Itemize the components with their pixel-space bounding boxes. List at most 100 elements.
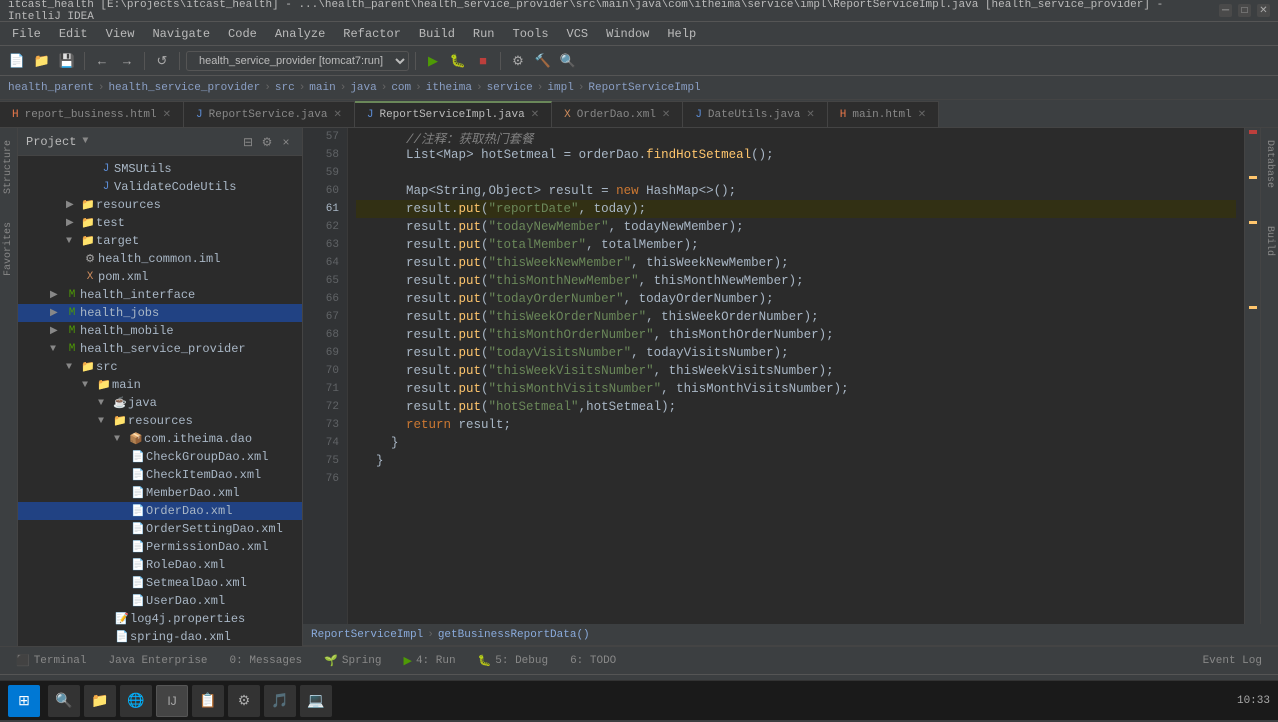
tree-item-ordersettingdao-xml[interactable]: 📄 OrderSettingDao.xml [18, 520, 302, 538]
menu-refactor[interactable]: Refactor [335, 25, 409, 43]
taskbar-edge[interactable]: 🌐 [120, 685, 152, 717]
menu-code[interactable]: Code [220, 25, 265, 43]
favorites-tab[interactable]: Favorites [3, 218, 14, 280]
hide-sidebar-button[interactable]: × [278, 134, 294, 150]
search-button[interactable]: 🔍 [557, 50, 579, 72]
close-tab-orderdao[interactable]: ✕ [662, 109, 670, 121]
taskbar-app2[interactable]: ⚙ [228, 685, 260, 717]
tree-item-checkitemdao-xml[interactable]: 📄 CheckItemDao.xml [18, 466, 302, 484]
menu-edit[interactable]: Edit [51, 25, 96, 43]
bc-reportserviceimpl[interactable]: ReportServiceImpl [588, 82, 700, 94]
tree-item-permissiondao-xml[interactable]: 📄 PermissionDao.xml [18, 538, 302, 556]
minimize-button[interactable]: ─ [1219, 4, 1232, 17]
close-tab-dateutils[interactable]: ✕ [806, 109, 814, 121]
tab-dateutils-java[interactable]: J DateUtils.java ✕ [683, 101, 827, 127]
tree-item-validatecodeutils[interactable]: J ValidateCodeUtils [18, 178, 302, 196]
messages-tab[interactable]: 0: Messages [220, 651, 313, 671]
tree-item-main[interactable]: ▼ 📁 main [18, 376, 302, 394]
bc-health-service-provider[interactable]: health_service_provider [108, 82, 260, 94]
settings-gear-icon[interactable]: ⚙ [259, 134, 275, 150]
close-button[interactable]: ✕ [1257, 4, 1270, 17]
terminal-tab[interactable]: ⬛ Terminal [6, 650, 97, 672]
footer-bc-getbusinessreportdata[interactable]: getBusinessReportData() [438, 629, 590, 641]
tree-item-userdao-xml[interactable]: 📄 UserDao.xml [18, 592, 302, 610]
tree-item-java[interactable]: ▼ ☕ java [18, 394, 302, 412]
run-tab[interactable]: ▶ 4: Run [393, 650, 465, 672]
tab-main-html[interactable]: H main.html ✕ [828, 101, 939, 127]
bc-main[interactable]: main [309, 82, 335, 94]
debug-tab[interactable]: 🐛 5: Debug [468, 650, 559, 672]
tree-item-health-interface[interactable]: ▶ M health_interface [18, 286, 302, 304]
taskbar-explorer[interactable]: 📁 [84, 685, 116, 717]
tab-reportservice-java[interactable]: J ReportService.java ✕ [184, 101, 355, 127]
maximize-button[interactable]: □ [1238, 4, 1251, 17]
tree-item-smsutils[interactable]: J SMSUtils [18, 160, 302, 178]
menu-navigate[interactable]: Navigate [144, 25, 218, 43]
tree-item-memberdao-xml[interactable]: 📄 MemberDao.xml [18, 484, 302, 502]
tree-item-health-jobs[interactable]: ▶ M health_jobs [18, 304, 302, 322]
footer-bc-reportserviceimpl[interactable]: ReportServiceImpl [311, 629, 423, 641]
tree-item-roledao-xml[interactable]: 📄 RoleDao.xml [18, 556, 302, 574]
database-tab[interactable]: Database [1264, 136, 1275, 192]
tab-reportserviceimpl-java[interactable]: J ReportServiceImpl.java ✕ [355, 101, 552, 127]
back-button[interactable]: ← [91, 50, 113, 72]
tab-orderdao-xml[interactable]: X OrderDao.xml ✕ [552, 101, 683, 127]
bc-impl[interactable]: impl [547, 82, 573, 94]
taskbar-app1[interactable]: 📋 [192, 685, 224, 717]
bc-java[interactable]: java [350, 82, 376, 94]
tree-item-src[interactable]: ▼ 📁 src [18, 358, 302, 376]
structure-tab[interactable]: Structure [3, 136, 14, 198]
menu-tools[interactable]: Tools [505, 25, 557, 43]
debug-button[interactable]: 🐛 [447, 50, 469, 72]
taskbar-cmd[interactable]: 💻 [300, 685, 332, 717]
project-dropdown-icon[interactable]: ▼ [82, 136, 88, 147]
tree-item-resources-2[interactable]: ▼ 📁 resources [18, 412, 302, 430]
code-editor[interactable]: //注释：获取热门套餐 List<Map> hotSetmeal = order… [348, 128, 1244, 624]
tree-item-orderdao-xml[interactable]: 📄 OrderDao.xml [18, 502, 302, 520]
bc-src[interactable]: src [275, 82, 295, 94]
run-button[interactable]: ▶ [422, 50, 444, 72]
open-button[interactable]: 📁 [31, 50, 53, 72]
new-file-button[interactable]: 📄 [6, 50, 28, 72]
tree-item-spring-dao-xml[interactable]: 📄 spring-dao.xml [18, 628, 302, 646]
java-enterprise-tab[interactable]: Java Enterprise [99, 651, 218, 671]
tree-item-log4j-properties[interactable]: 📝 log4j.properties [18, 610, 302, 628]
tree-item-setmealdao-xml[interactable]: 📄 SetmealDao.xml [18, 574, 302, 592]
bc-com[interactable]: com [391, 82, 411, 94]
menu-view[interactable]: View [98, 25, 143, 43]
spring-tab[interactable]: 🌱 Spring [314, 650, 391, 672]
close-tab-main[interactable]: ✕ [918, 109, 926, 121]
forward-button[interactable]: → [116, 50, 138, 72]
menu-help[interactable]: Help [659, 25, 704, 43]
tab-report-business-html[interactable]: H report_business.html ✕ [0, 101, 184, 127]
tree-item-test[interactable]: ▶ 📁 test [18, 214, 302, 232]
tree-item-target[interactable]: ▼ 📁 target [18, 232, 302, 250]
tree-item-com-itheima-dao[interactable]: ▼ 📦 com.itheima.dao [18, 430, 302, 448]
stop-button[interactable]: ■ [472, 50, 494, 72]
close-tab-report-business[interactable]: ✕ [163, 109, 171, 121]
taskbar-search[interactable]: 🔍 [48, 685, 80, 717]
tree-item-health-service-provider[interactable]: ▼ M health_service_provider [18, 340, 302, 358]
menu-analyze[interactable]: Analyze [267, 25, 333, 43]
refresh-button[interactable]: ↺ [151, 50, 173, 72]
todo-tab[interactable]: 6: TODO [560, 651, 626, 671]
menu-run[interactable]: Run [465, 25, 503, 43]
bc-service[interactable]: service [487, 82, 533, 94]
bc-itheima[interactable]: itheima [426, 82, 472, 94]
taskbar-app3[interactable]: 🎵 [264, 685, 296, 717]
tree-item-resources[interactable]: ▶ 📁 resources [18, 196, 302, 214]
tree-item-checkgroupdao-xml[interactable]: 📄 CheckGroupDao.xml [18, 448, 302, 466]
tree-item-health-common-iml[interactable]: ⚙ health_common.iml [18, 250, 302, 268]
tree-item-pom-xml[interactable]: X pom.xml [18, 268, 302, 286]
event-log-tab[interactable]: Event Log [1193, 651, 1272, 671]
close-tab-reportservice[interactable]: ✕ [333, 109, 341, 121]
tree-item-health-mobile[interactable]: ▶ M health_mobile [18, 322, 302, 340]
menu-window[interactable]: Window [598, 25, 657, 43]
save-button[interactable]: 💾 [56, 50, 78, 72]
run-config-select[interactable]: health_service_provider [tomcat7:run] [186, 51, 409, 71]
build-tab[interactable]: Build [1264, 222, 1275, 260]
build-button[interactable]: 🔨 [532, 50, 554, 72]
menu-vcs[interactable]: VCS [559, 25, 597, 43]
window-controls[interactable]: ─ □ ✕ [1219, 4, 1270, 17]
bc-health-parent[interactable]: health_parent [8, 82, 94, 94]
